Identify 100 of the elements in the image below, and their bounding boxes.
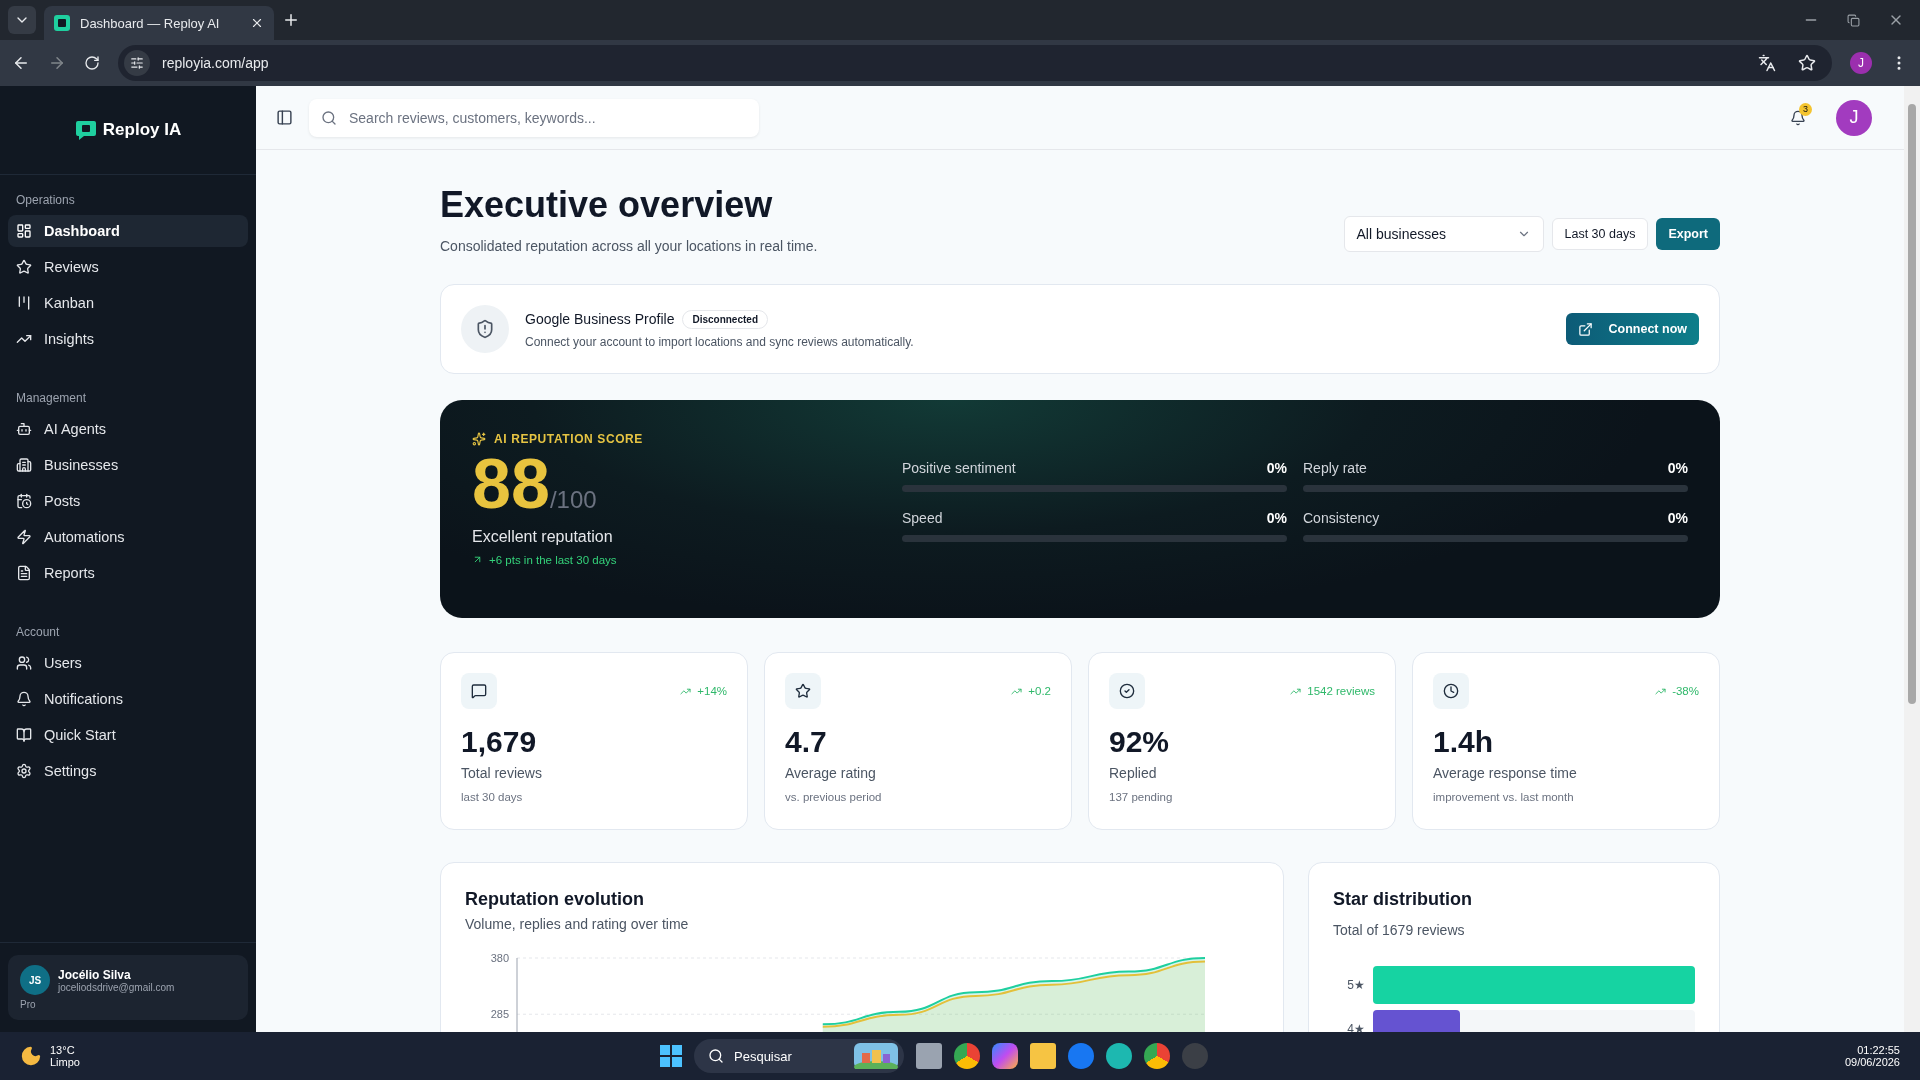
stat-trend: +0.2	[1028, 685, 1051, 697]
tab-list-button[interactable]	[8, 6, 36, 34]
notification-count: 3	[1799, 102, 1812, 116]
business-select[interactable]: All businesses	[1343, 216, 1544, 252]
book-icon	[16, 727, 32, 743]
page-title: Executive overview	[440, 184, 774, 226]
new-tab-icon[interactable]	[282, 11, 300, 29]
favicon-icon	[54, 15, 70, 31]
nav-item[interactable]: Dashboard	[8, 215, 248, 247]
search-icon	[321, 109, 337, 126]
user-avatar[interactable]: J	[1836, 99, 1872, 136]
shield-icon	[475, 319, 495, 339]
stat-value: 92%	[1109, 725, 1171, 759]
clock-time: 01:22:55	[1857, 1044, 1900, 1056]
chart-title: Reputation evolution	[465, 889, 645, 910]
stat-value: 1,679	[461, 725, 538, 759]
chart-subtitle: Volume, replies and rating over time	[465, 916, 690, 932]
sidebar-toggle-icon[interactable]	[276, 109, 293, 126]
clock-icon	[1443, 683, 1459, 699]
period-button[interactable]: Last 30 days	[1551, 218, 1649, 250]
forward-icon[interactable]	[48, 54, 66, 72]
building-icon	[16, 457, 32, 473]
kanban-icon	[16, 295, 32, 311]
back-icon[interactable]	[12, 54, 30, 72]
star-icon	[795, 683, 811, 699]
stat-trend: +14%	[697, 685, 727, 697]
nav-item[interactable]: Automations	[8, 521, 248, 553]
taskbar-search[interactable]: Pesquisar	[694, 1039, 904, 1073]
stat-label: Replied	[1109, 765, 1158, 781]
check-circle-icon	[1119, 683, 1135, 699]
section-title: Management	[15, 390, 88, 407]
user-name: Jocélio Silva	[58, 967, 132, 982]
nav-item[interactable]: Users	[8, 647, 248, 679]
temperature: 13°C	[50, 1044, 76, 1056]
metric-value: 0%	[1667, 460, 1688, 476]
logo-text: Reploy IA	[102, 120, 182, 140]
clock-date: 09/06/2026	[1844, 1056, 1900, 1068]
nav-item[interactable]: Businesses	[8, 449, 248, 481]
site-settings-icon[interactable]	[130, 56, 144, 70]
nav-item[interactable]: Posts	[8, 485, 248, 517]
stat-note: vs. previous period	[785, 791, 883, 803]
metric-value: 0%	[1266, 510, 1287, 526]
translate-icon[interactable]	[1758, 54, 1776, 72]
metric-value: 0%	[1266, 460, 1287, 476]
address-bar[interactable]: reployia.com/app	[118, 45, 1832, 81]
bookmark-star-icon[interactable]	[1798, 54, 1816, 72]
user-email: joceliodsdrive@gmail.com	[58, 981, 175, 993]
dashboard-icon	[16, 223, 32, 239]
section-title: Operations	[15, 192, 76, 209]
score-rating: Excellent reputation	[472, 527, 614, 546]
nav-item[interactable]: Kanban	[8, 287, 248, 319]
page-subtitle: Consolidated reputation across all your locations in real time.	[440, 238, 818, 254]
nav-item[interactable]: Notifications	[8, 683, 248, 715]
stat-value: 4.7	[785, 725, 828, 759]
chart-title: Star distribution	[1333, 889, 1473, 910]
axis-tick-label: 285	[490, 1008, 509, 1021]
chat-icon	[471, 683, 487, 699]
lightning-icon	[16, 529, 32, 545]
metric-name: Speed	[902, 510, 943, 526]
score-max: /100	[549, 486, 597, 514]
nav-item[interactable]: AI Agents	[8, 413, 248, 445]
app-icon[interactable]	[1106, 1043, 1132, 1069]
profile-avatar[interactable]: J	[1850, 52, 1872, 74]
moon-icon	[20, 1045, 42, 1067]
nav-item[interactable]: Quick Start	[8, 719, 248, 751]
weather-condition: Limpo	[50, 1056, 80, 1068]
stat-trend: -38%	[1672, 685, 1699, 697]
metric-name: Positive sentiment	[902, 460, 1016, 476]
close-icon[interactable]	[250, 16, 264, 30]
integration-description: Connect your account to import locations and sync reviews automatically.	[525, 334, 915, 349]
reload-icon[interactable]	[84, 55, 100, 71]
search-input[interactable]: Search reviews, customers, keywords...	[347, 108, 747, 127]
bell-icon	[16, 691, 32, 707]
restore-icon[interactable]	[1847, 13, 1860, 27]
user-card[interactable]: JS Jocélio Silva joceliodsdrive@gmail.com Pro	[8, 955, 248, 1020]
axis-tick-label: 380	[490, 952, 509, 964]
section-title: Account	[15, 624, 61, 641]
scrollbar[interactable]	[1904, 86, 1920, 1032]
bar-label: 5★	[1346, 978, 1365, 992]
export-button[interactable]: Export	[1656, 218, 1720, 250]
windows-icon[interactable]	[660, 1045, 682, 1067]
calendar-icon	[16, 493, 32, 509]
score-trend: +6 pts in the last 30 days	[489, 553, 617, 566]
stat-value: 1.4h	[1433, 725, 1495, 759]
browser-tab[interactable]: Dashboard — Reploy AI	[44, 6, 274, 40]
score-label: AI REPUTATION SCORE	[494, 432, 643, 446]
stat-label: Total reviews	[461, 765, 543, 781]
stat-trend: 1542 reviews	[1307, 685, 1375, 697]
connect-button[interactable]: Connect now	[1565, 313, 1699, 345]
search-field[interactable]: Search reviews, customers, keywords...	[309, 98, 759, 137]
document-icon	[16, 565, 32, 581]
robot-icon	[16, 421, 32, 437]
plan-label: Pro	[20, 999, 37, 1010]
stat-note: 137 pending	[1109, 791, 1174, 803]
nav-item[interactable]: Reports	[8, 557, 248, 589]
nav-item[interactable]: Reviews	[8, 251, 248, 283]
url-text: reployia.com/app	[162, 55, 269, 71]
settings-icon	[16, 763, 32, 779]
nav-item[interactable]: Settings	[8, 755, 248, 787]
nav-item[interactable]: Insights	[8, 323, 248, 355]
